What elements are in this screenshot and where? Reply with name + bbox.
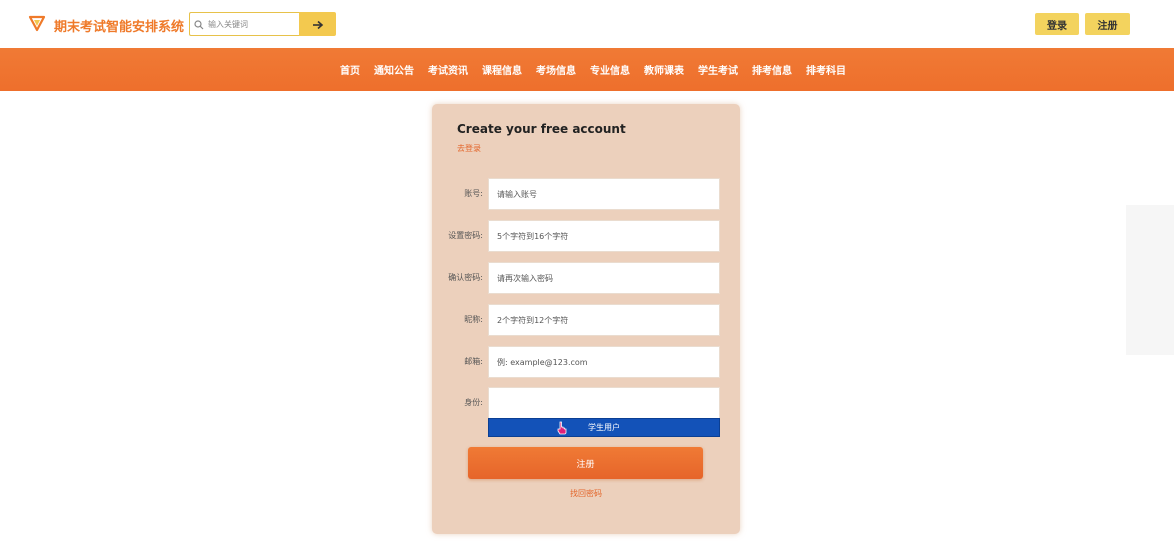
nav-list: 首页 通知公告 考试资讯 课程信息 考场信息 专业信息 教师课表 学生考试 排考… [333, 62, 853, 77]
register-card: Create your free account 去登录 账号: 设置密码: 确… [432, 104, 740, 534]
password-row: 设置密码: [432, 220, 740, 252]
identity-select[interactable] [488, 387, 720, 419]
account-label: 账号: [464, 189, 483, 198]
search-field[interactable] [189, 12, 299, 36]
nickname-row: 昵称: [432, 304, 740, 336]
go-login-link[interactable]: 去登录 [457, 143, 481, 154]
nickname-field[interactable] [488, 304, 720, 336]
login-button[interactable]: 登录 [1035, 13, 1079, 35]
identity-label: 身份: [464, 398, 483, 407]
register-submit-button[interactable]: 注册 [468, 447, 703, 479]
nav-item-majors[interactable]: 专业信息 [590, 62, 630, 77]
confirm-password-field[interactable] [488, 262, 720, 294]
arrow-right-icon [312, 15, 324, 34]
nav-item-exam-rooms[interactable]: 考场信息 [536, 62, 576, 77]
nav-item-exam-arrangement[interactable]: 排考信息 [752, 62, 792, 77]
app-title: 期末考试智能安排系统 [54, 19, 185, 35]
hand-cursor-icon [556, 420, 568, 435]
identity-option-student[interactable]: 学生用户 [488, 418, 720, 437]
nav-item-exam-subjects[interactable]: 排考科目 [806, 62, 846, 77]
search-button[interactable] [299, 12, 336, 36]
register-header-button[interactable]: 注册 [1085, 13, 1130, 35]
identity-row: 身份: [432, 387, 740, 419]
confirm-password-label: 确认密码: [448, 273, 483, 282]
nav-item-courses[interactable]: 课程信息 [482, 62, 522, 77]
forgot-password-link[interactable]: 找回密码 [432, 488, 740, 499]
nickname-input[interactable] [497, 315, 719, 325]
account-input[interactable] [497, 189, 719, 199]
main-nav: 首页 通知公告 考试资讯 课程信息 考场信息 专业信息 教师课表 学生考试 排考… [0, 48, 1174, 91]
account-field[interactable] [488, 178, 720, 210]
password-field[interactable] [488, 220, 720, 252]
email-input[interactable] [497, 357, 719, 367]
search-icon [194, 15, 204, 34]
email-field[interactable] [488, 346, 720, 378]
form-title: Create your free account [457, 122, 626, 136]
side-panel [1126, 205, 1174, 355]
nav-item-notices[interactable]: 通知公告 [374, 62, 414, 77]
search-bar [189, 12, 336, 36]
nav-item-student-exams[interactable]: 学生考试 [698, 62, 738, 77]
logo-icon [28, 14, 46, 36]
confirm-password-row: 确认密码: [432, 262, 740, 294]
confirm-password-input[interactable] [497, 273, 719, 283]
nav-item-home[interactable]: 首页 [340, 62, 360, 77]
password-input[interactable] [497, 231, 719, 241]
nav-item-exam-news[interactable]: 考试资讯 [428, 62, 468, 77]
nav-item-teacher-schedule[interactable]: 教师课表 [644, 62, 684, 77]
password-label: 设置密码: [448, 231, 483, 240]
logo[interactable]: 期末考试智能安排系统 [28, 14, 184, 36]
email-label: 邮箱: [464, 357, 483, 366]
nickname-label: 昵称: [464, 315, 483, 324]
email-row: 邮箱: [432, 346, 740, 378]
search-input[interactable] [208, 19, 298, 29]
account-row: 账号: [432, 178, 740, 210]
top-header: 期末考试智能安排系统 登录 注册 [0, 0, 1174, 48]
